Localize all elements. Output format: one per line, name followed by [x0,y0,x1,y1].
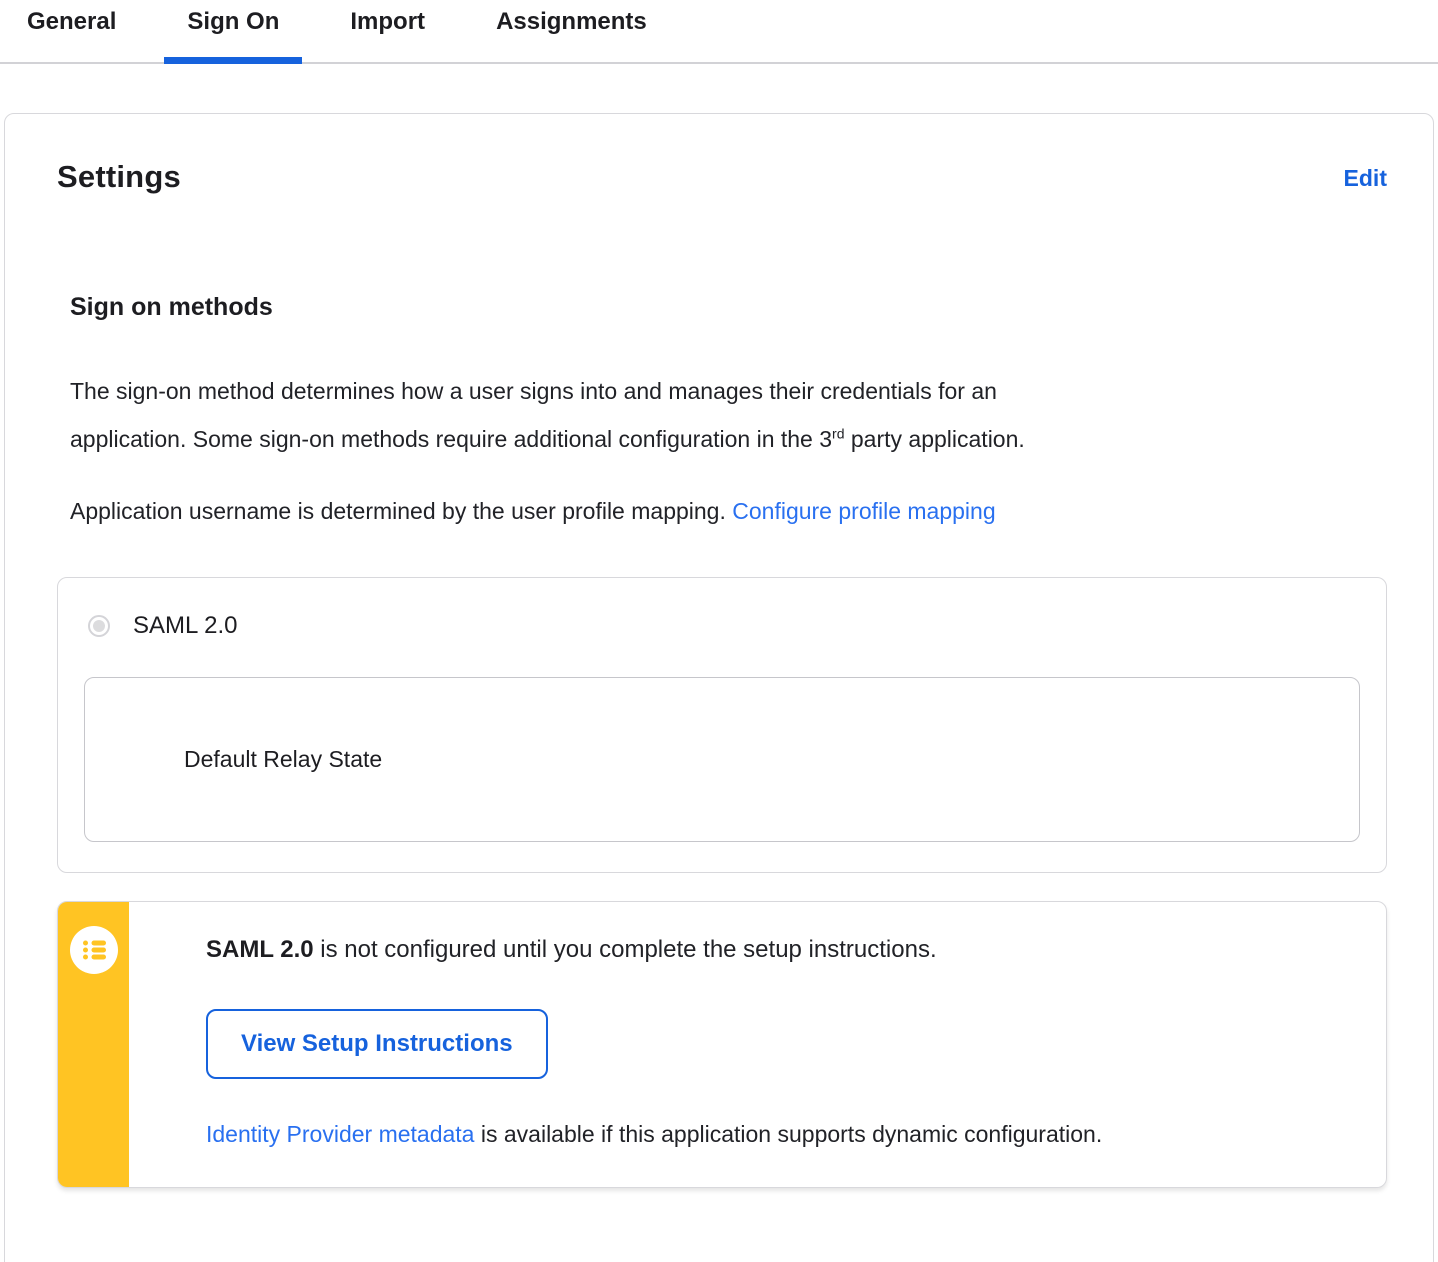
callout-footer: Identity Provider metadata is available … [206,1121,1346,1148]
callout-message-method: SAML 2.0 [206,936,314,963]
username-mapping-text: Application username is determined by th… [70,487,1387,535]
callout-footer-rest: is available if this application support… [474,1121,1103,1147]
identity-provider-metadata-link[interactable]: Identity Provider metadata [206,1121,474,1147]
description-line-2: application. Some sign-on methods requir… [70,426,833,452]
username-mapping-label: Application username is determined by th… [70,498,733,524]
settings-card: Settings Edit Sign on methods The sign-o… [4,113,1434,1262]
saml-not-configured-callout: SAML 2.0 is not configured until you com… [57,901,1387,1188]
saml-radio-row: SAML 2.0 [84,612,1360,640]
radio-dot-icon [93,620,105,632]
bulleted-list-icon [69,926,118,974]
edit-link[interactable]: Edit [1344,165,1387,192]
default-relay-state-box: Default Relay State [84,677,1360,842]
description-superscript: rd [832,425,845,442]
saml-radio-button[interactable] [88,615,110,637]
saml-radio-label: SAML 2.0 [133,612,238,639]
tab-import[interactable]: Import [327,6,448,62]
description-line-1: The sign-on method determines how a user… [70,378,997,404]
sign-on-methods-heading: Sign on methods [70,293,273,321]
callout-accent-bar [58,902,129,1187]
view-setup-instructions-button[interactable]: View Setup Instructions [206,1009,548,1079]
description-line-2-end: party application. [844,426,1025,452]
card-header: Settings Edit [57,159,1387,195]
saml-method-box: SAML 2.0 Default Relay State [57,577,1387,873]
tab-sign-on[interactable]: Sign On [164,6,303,64]
default-relay-state-label: Default Relay State [184,746,383,772]
callout-message-rest: is not configured until you complete the… [313,936,937,963]
configure-profile-mapping-link[interactable]: Configure profile mapping [732,498,995,524]
tab-general[interactable]: General [4,6,139,62]
page-title: Settings [57,159,181,194]
app-tabbar: General Sign On Import Assignments [0,0,1438,64]
sign-on-method-description: The sign-on method determines how a user… [70,367,1387,463]
callout-message: SAML 2.0 is not configured until you com… [206,936,1346,964]
callout-body: SAML 2.0 is not configured until you com… [129,902,1386,1187]
tab-assignments[interactable]: Assignments [473,6,670,62]
